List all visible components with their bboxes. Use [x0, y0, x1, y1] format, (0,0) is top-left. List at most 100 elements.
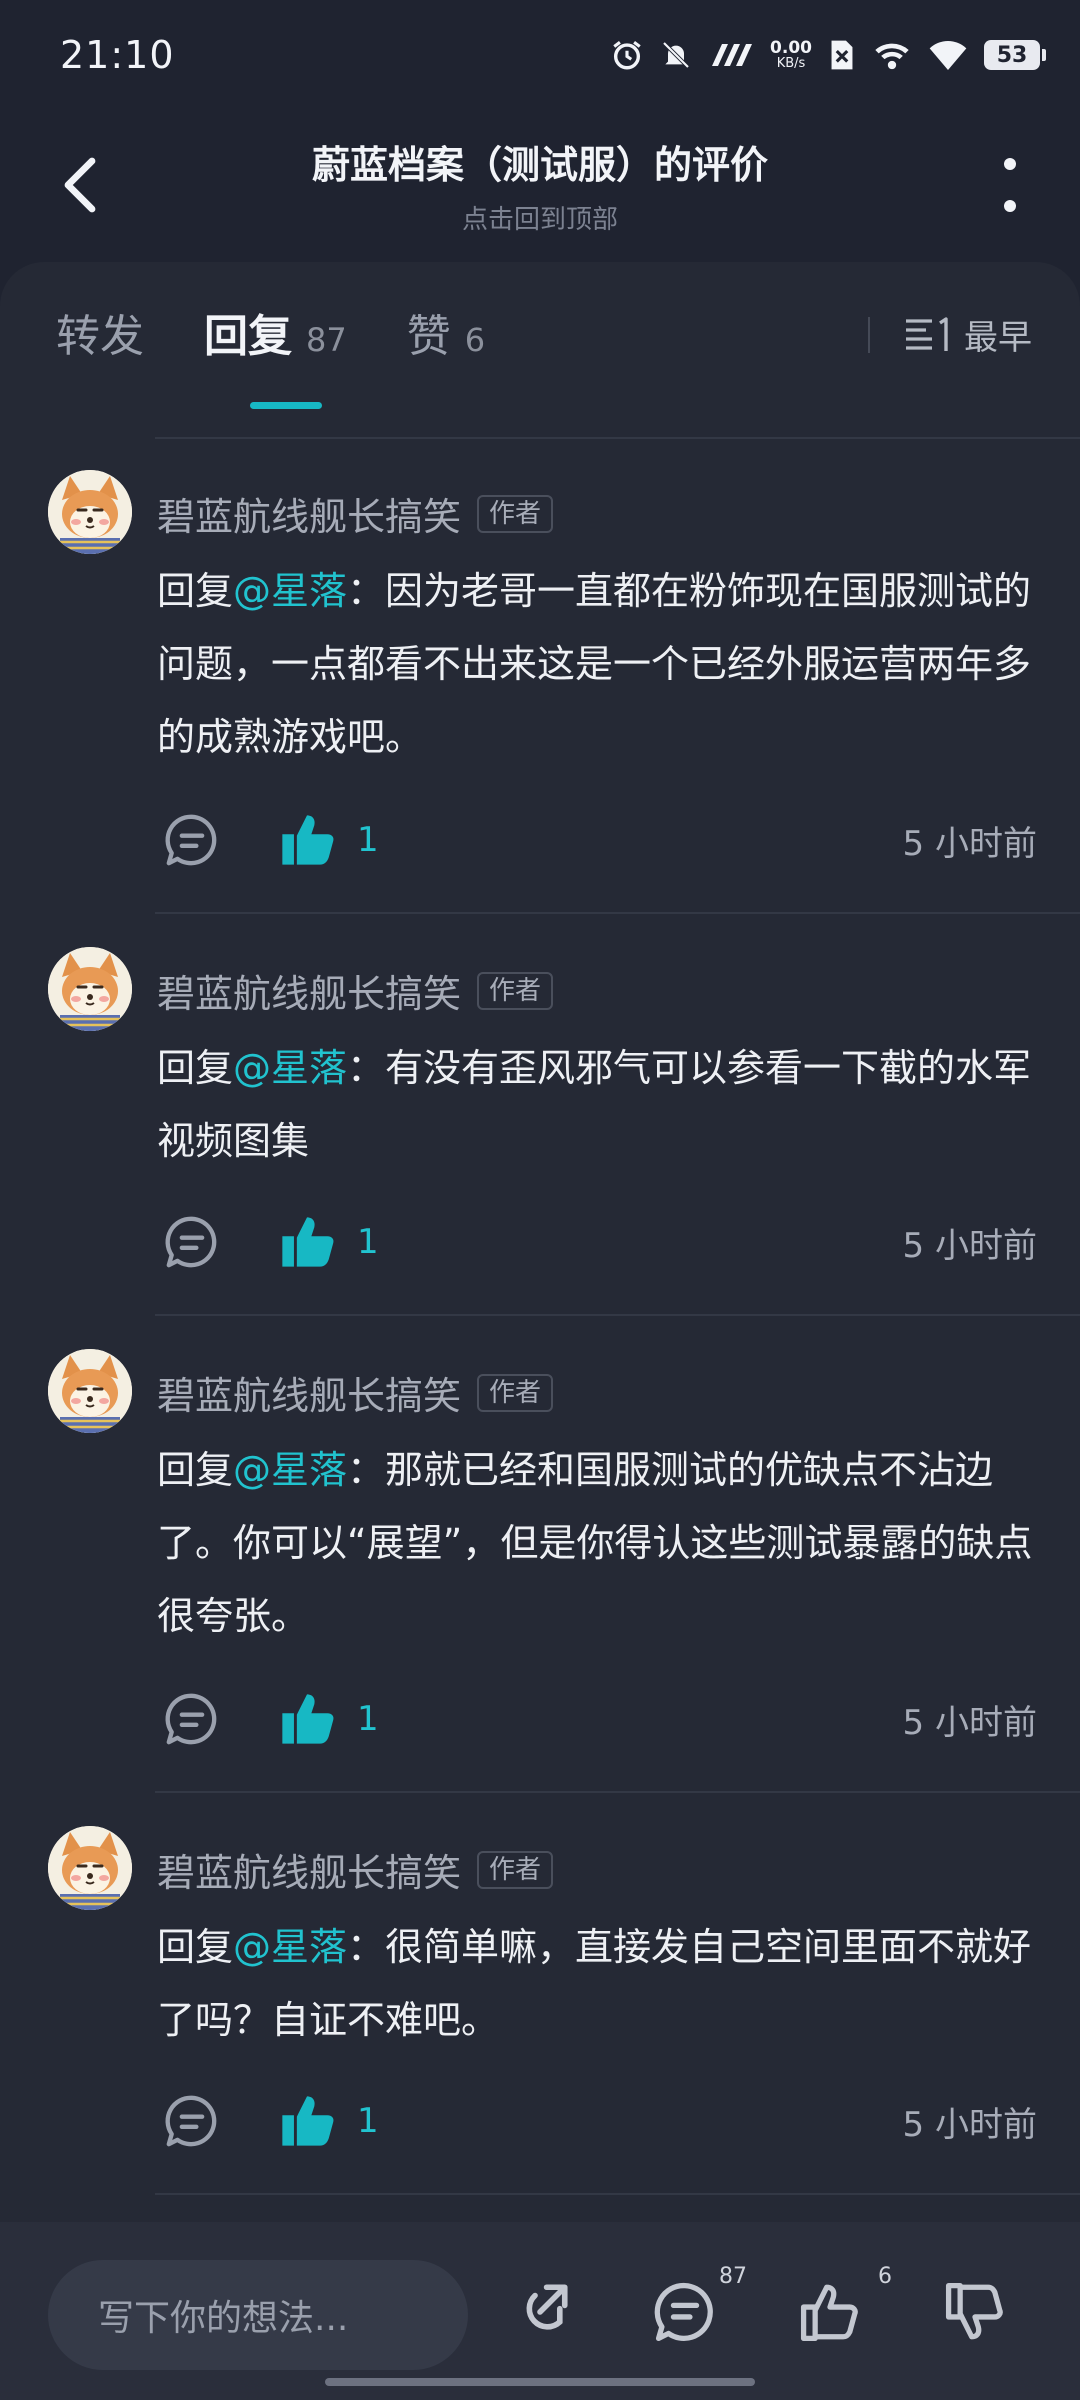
- author-badge: 作者: [477, 1373, 554, 1412]
- signal-hd-icon: [712, 44, 753, 66]
- reply-like-button[interactable]: 1: [277, 1690, 379, 1748]
- author-badge: 作者: [477, 971, 554, 1010]
- share-icon: [526, 2284, 568, 2330]
- more-button[interactable]: [990, 150, 1030, 220]
- like-count: 1: [357, 1699, 379, 1739]
- shiba-avatar-icon: [48, 1349, 132, 1433]
- avatar[interactable]: [48, 1826, 132, 1910]
- thumbs-up-filled-icon: [282, 1217, 334, 1267]
- divider: [155, 2193, 1080, 2195]
- more-vertical-icon: [1004, 158, 1016, 212]
- alarm-icon: [613, 41, 641, 70]
- comment-button[interactable]: 87: [645, 2264, 747, 2352]
- thumbs-up-filled-icon: [282, 815, 334, 865]
- compose-input[interactable]: 写下你的想法...: [48, 2260, 468, 2370]
- avatar[interactable]: [48, 1349, 132, 1433]
- divider: [155, 1314, 1080, 1316]
- mute-bell-icon: [662, 41, 690, 69]
- reply-like-button[interactable]: 1: [277, 811, 379, 869]
- sort-order-icon: [906, 316, 948, 351]
- status-icons: 0.00 KB/s 53: [610, 38, 1046, 72]
- reply-prefix: 回复: [157, 1925, 234, 1969]
- reply-button[interactable]: [157, 805, 227, 875]
- tab-label: 转发: [56, 311, 144, 362]
- reply-author-row: 碧蓝航线舰长搞笑 作者: [157, 1842, 554, 1897]
- battery-icon: 53: [984, 40, 1046, 70]
- mention-link[interactable]: @星落: [233, 569, 347, 613]
- net-speed-value: 0.00: [770, 38, 812, 58]
- thumbs-up-filled-icon: [282, 2096, 334, 2146]
- reply-actions: 1 5 小时前: [157, 2086, 1037, 2156]
- shiba-avatar-icon: [48, 1826, 132, 1910]
- like-button[interactable]: 6: [790, 2264, 892, 2352]
- mention-link[interactable]: @星落: [233, 1046, 347, 1090]
- header: 蔚蓝档案（测试服）的评价 点击回到顶部: [0, 110, 1080, 260]
- comment-count: 87: [719, 2264, 747, 2289]
- tab-bar: 转发 回复 87 赞 6 最早: [0, 262, 1080, 402]
- shiba-avatar-icon: [48, 470, 132, 554]
- wifi-icon: [929, 41, 967, 70]
- shiba-avatar-icon: [48, 947, 132, 1031]
- tab-likes[interactable]: 赞 6: [407, 300, 485, 364]
- reply-button[interactable]: [157, 1207, 227, 1277]
- reply-like-button[interactable]: 1: [277, 1213, 379, 1271]
- no-sim-icon: [831, 40, 853, 70]
- author-name[interactable]: 碧蓝航线舰长搞笑: [157, 1842, 461, 1897]
- thumbs-up-icon: [800, 2284, 858, 2342]
- divider: [155, 437, 1080, 439]
- comment-icon: [654, 2282, 713, 2342]
- tab-count: 87: [306, 321, 347, 359]
- bottom-action-bar: 写下你的想法... 87 6: [0, 2222, 1080, 2400]
- tab-label: 赞: [406, 311, 451, 362]
- reply-prefix: 回复: [157, 569, 234, 613]
- author-name[interactable]: 碧蓝航线舰长搞笑: [157, 1365, 461, 1420]
- tab-reposts[interactable]: 转发: [56, 300, 144, 364]
- mention-link[interactable]: @星落: [233, 1925, 347, 1969]
- reply-text[interactable]: 回复@星落：很简单嘛，直接发自己空间里面不就好了吗？自证不难吧。: [157, 1911, 1037, 2057]
- reply-like-button[interactable]: 1: [277, 2092, 379, 2150]
- reply-button[interactable]: [157, 1684, 227, 1754]
- comment-icon: [165, 1693, 217, 1745]
- wifi-calling-icon: [875, 43, 909, 70]
- avatar[interactable]: [48, 470, 132, 554]
- author-badge: 作者: [477, 1850, 554, 1889]
- comment-icon: [165, 2095, 217, 2147]
- scroll-to-top[interactable]: 蔚蓝档案（测试服）的评价 点击回到顶部: [312, 134, 768, 236]
- reply-button[interactable]: [157, 2086, 227, 2156]
- reply-time: 5 小时前: [902, 2104, 1037, 2145]
- home-indicator[interactable]: [325, 2378, 755, 2386]
- author-name[interactable]: 碧蓝航线舰长搞笑: [157, 963, 461, 1018]
- reply-actions: 1 5 小时前: [157, 1207, 1037, 1277]
- tab-label: 回复: [204, 311, 292, 362]
- comment-icon: [165, 814, 217, 866]
- share-button[interactable]: [500, 2272, 580, 2352]
- tab-replies[interactable]: 回复 87: [204, 300, 347, 364]
- active-tab-indicator: [250, 402, 322, 409]
- tab-count: 6: [464, 321, 486, 359]
- thumbs-up-filled-icon: [282, 1694, 334, 1744]
- like-count: 1: [357, 820, 379, 860]
- reply-time: 5 小时前: [902, 1225, 1037, 1266]
- reply-text[interactable]: 回复@星落：因为老哥一直都在粉饰现在国服测试的问题，一点都看不出来这是一个已经外…: [157, 555, 1037, 774]
- mention-link[interactable]: @星落: [233, 1448, 347, 1492]
- dislike-button[interactable]: [935, 2272, 1015, 2352]
- reply-author-row: 碧蓝航线舰长搞笑 作者: [157, 1365, 554, 1420]
- like-count: 1: [357, 2101, 379, 2141]
- sort-button[interactable]: 最早: [868, 310, 1032, 359]
- net-speed-unit: KB/s: [776, 56, 806, 71]
- reply-text[interactable]: 回复@星落：那就已经和国服测试的优缺点不沾边了。你可以“展望”，但是你得认这些测…: [157, 1434, 1037, 1653]
- back-button[interactable]: [50, 150, 110, 220]
- thumbs-down-icon: [945, 2282, 1003, 2340]
- like-count: 1: [357, 1222, 379, 1262]
- avatar[interactable]: [48, 947, 132, 1031]
- like-count: 6: [878, 2264, 892, 2289]
- page-subtitle: 点击回到顶部: [461, 205, 618, 235]
- reply-text[interactable]: 回复@星落：有没有歪风邪气可以参看一下截的水军视频图集: [157, 1032, 1037, 1178]
- author-name[interactable]: 碧蓝航线舰长搞笑: [157, 486, 461, 541]
- reply-time: 5 小时前: [902, 823, 1037, 864]
- sort-label: 最早: [964, 318, 1032, 358]
- divider: [155, 912, 1080, 914]
- reply-author-row: 碧蓝航线舰长搞笑 作者: [157, 963, 554, 1018]
- reply-prefix: 回复: [157, 1448, 234, 1492]
- compose-placeholder: 写下你的想法...: [98, 2298, 349, 2339]
